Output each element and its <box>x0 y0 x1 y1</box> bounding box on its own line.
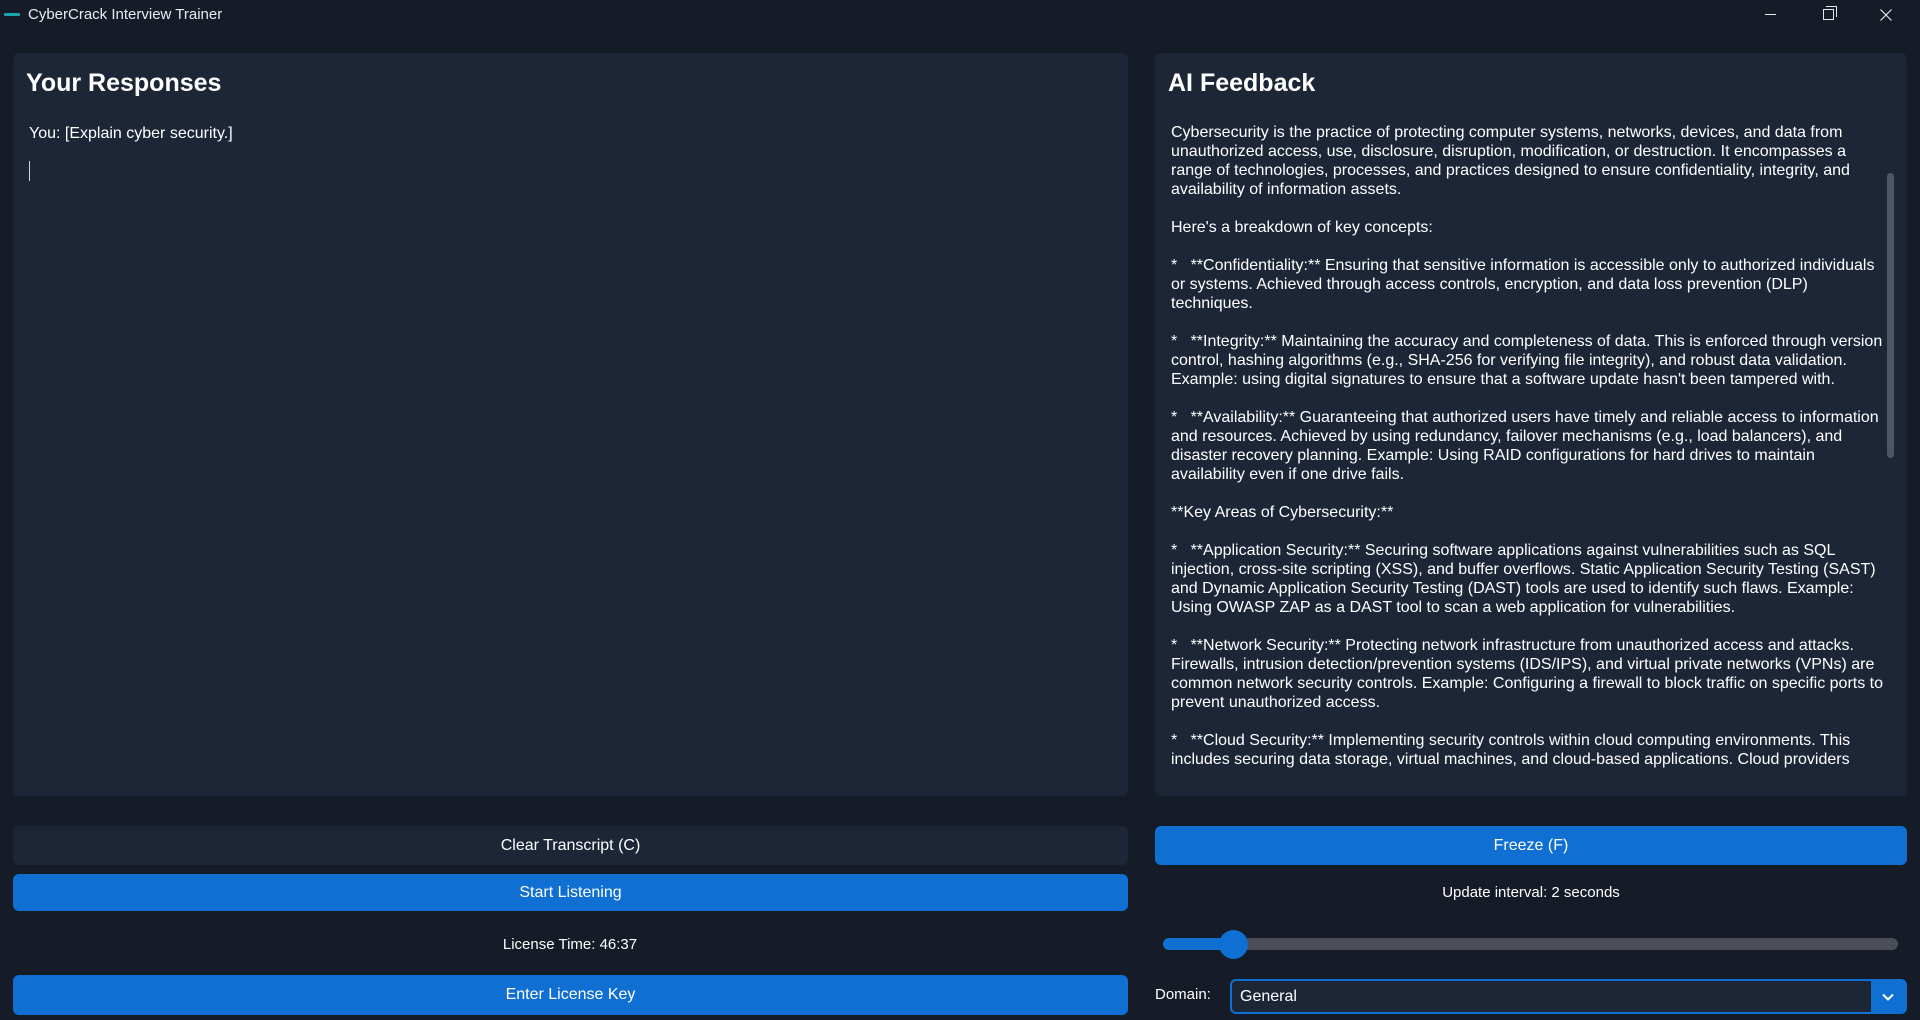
feedback-textbox[interactable]: Cybersecurity is the practice of protect… <box>1171 123 1889 784</box>
domain-select[interactable]: General <box>1230 979 1907 1014</box>
minimize-icon <box>1764 14 1776 15</box>
close-icon <box>1880 8 1892 21</box>
feedback-paragraph: * **Availability:** Guaranteeing that au… <box>1171 409 1884 483</box>
domain-select-value: General <box>1240 988 1297 1005</box>
transcript-line: You: [Explain cyber security.] <box>29 125 233 142</box>
feedback-paragraph: **Key Areas of Cybersecurity:** <box>1171 504 1394 521</box>
update-interval-label: Update interval: 2 seconds <box>1442 884 1620 901</box>
clear-transcript-button[interactable]: Clear Transcript (C) <box>13 826 1128 865</box>
feedback-paragraph: Cybersecurity is the practice of protect… <box>1171 124 1855 198</box>
responses-panel: Your Responses You: [Explain cyber secur… <box>13 53 1128 796</box>
feedback-paragraph: * **Application Security:** Securing sof… <box>1171 542 1881 616</box>
chevron-down-icon <box>1882 993 1894 1001</box>
feedback-title: AI Feedback <box>1168 69 1316 97</box>
feedback-panel: AI Feedback Cybersecurity is the practic… <box>1155 53 1907 796</box>
feedback-paragraph: * **Confidentiality:** Ensuring that sen… <box>1171 257 1879 312</box>
responses-title: Your Responses <box>26 69 222 97</box>
close-button[interactable] <box>1857 0 1915 29</box>
update-interval-slider[interactable] <box>1163 930 1898 959</box>
restore-icon <box>1822 6 1837 20</box>
domain-dropdown-button[interactable] <box>1871 981 1905 1012</box>
slider-handle[interactable] <box>1219 930 1248 959</box>
feedback-scrollbar[interactable] <box>1887 121 1895 781</box>
feedback-paragraph: Here's a breakdown of key concepts: <box>1171 219 1433 236</box>
text-caret <box>29 161 30 181</box>
freeze-button[interactable]: Freeze (F) <box>1155 826 1907 865</box>
app-logo-icon <box>4 13 20 16</box>
enter-license-key-button[interactable]: Enter License Key <box>13 975 1128 1015</box>
feedback-paragraph: * **Cloud Security:** Implementing secur… <box>1171 732 1855 768</box>
feedback-scrollbar-thumb[interactable] <box>1887 173 1894 458</box>
feedback-paragraph: * **Integrity:** Maintaining the accurac… <box>1171 333 1887 388</box>
transcript-textbox[interactable]: You: [Explain cyber security.] <box>29 123 1112 780</box>
window-title: CyberCrack Interview Trainer <box>28 6 223 23</box>
title-bar: CyberCrack Interview Trainer <box>0 0 1920 29</box>
maximize-button[interactable] <box>1799 0 1857 29</box>
start-listening-button[interactable]: Start Listening <box>13 874 1128 911</box>
feedback-paragraph: * **Network Security:** Protecting netwo… <box>1171 637 1888 711</box>
domain-label: Domain: <box>1155 986 1211 1003</box>
license-time-label: License Time: 46:37 <box>502 936 638 953</box>
minimize-button[interactable] <box>1741 0 1799 29</box>
